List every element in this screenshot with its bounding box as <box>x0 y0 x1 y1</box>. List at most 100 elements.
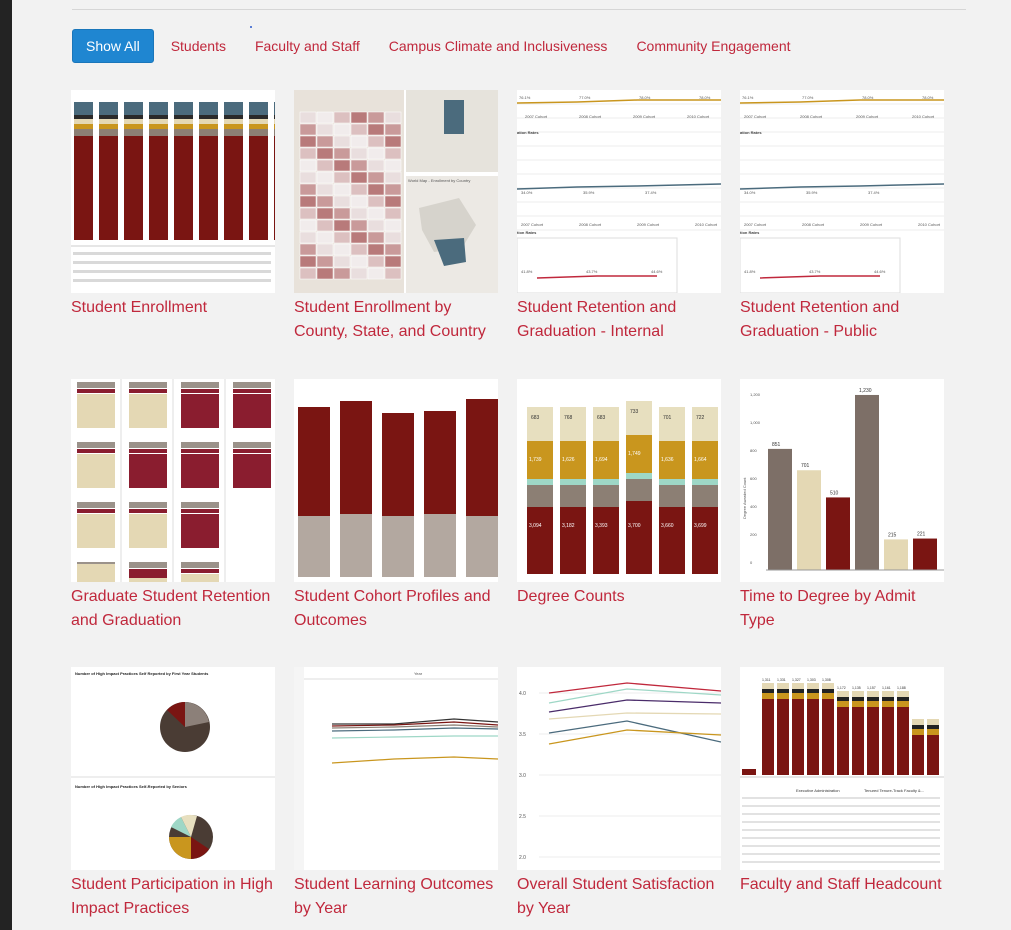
thumb-bar <box>777 683 789 689</box>
thumb-bar <box>792 699 804 775</box>
thumb-line <box>536 275 657 279</box>
thumbnail-image[interactable]: 1,311 1,331 1,327 1,303 1,308 1,172 1,135 1,157… <box>740 667 944 870</box>
thumb-table-row <box>73 270 271 273</box>
thumbnail-image[interactable] <box>294 379 498 582</box>
thumb-bar <box>340 514 372 577</box>
show-all-button[interactable]: Show All <box>72 29 154 63</box>
tile-title-link[interactable]: Student Cohort Profiles and Outcomes <box>294 585 498 633</box>
thumbnail-image[interactable] <box>71 379 275 582</box>
tile-title-link[interactable]: Time to Degree by Admit Type <box>740 585 944 633</box>
thumb-bar <box>181 454 219 488</box>
thumb-bar <box>129 382 167 388</box>
thumb-value-label: 510 <box>830 490 839 496</box>
thumb-value-label: 1,311 <box>762 678 771 682</box>
tile-student-enrollment[interactable]: Student Enrollment <box>71 90 275 320</box>
thumb-bar <box>74 119 93 124</box>
thumb-axis-label: 1,200 <box>750 392 761 397</box>
tile-title-link[interactable]: Graduate Student Retention and Graduatio… <box>71 585 275 633</box>
tile-time-to-degree[interactable]: 1,200 1,000 800 600 400 200 0 Degree Awarded Co… <box>740 379 944 633</box>
thumb-bar <box>224 119 243 124</box>
tile-title-link[interactable]: Student Enrollment by County, State, and… <box>294 296 498 344</box>
tile-title-link[interactable]: Student Enrollment <box>71 296 275 320</box>
thumb-value-label: 1,188 <box>897 686 906 690</box>
thumb-axis-label: 3.0 <box>519 773 526 779</box>
thumb-point-label: 41.8% <box>744 269 756 274</box>
tile-title-link[interactable]: Degree Counts <box>517 585 721 609</box>
thumb-bar <box>797 470 821 570</box>
thumb-bar <box>852 701 864 707</box>
thumb-tick-label: 2008 Cohort <box>800 114 823 119</box>
thumb-point-label: 77.0% <box>802 95 814 100</box>
tile-retention-public[interactable]: 2007 Cohort 2008 Cohort 2009 Cohort 2010 Co… <box>740 90 944 344</box>
thumb-map-county <box>367 147 385 160</box>
thumb-map-county <box>299 111 317 124</box>
thumb-bar <box>822 699 834 775</box>
thumb-table-head: Executive Administration <box>796 788 840 793</box>
tile-graduate-retention[interactable]: Graduate Student Retention and Graduatio… <box>71 379 275 633</box>
thumb-axis-label: 1,000 <box>750 420 761 425</box>
tile-title-link[interactable]: Student Retention and Graduation - Publi… <box>740 296 944 344</box>
filter-campus-climate-link[interactable]: Campus Climate and Inclusiveness <box>389 38 608 54</box>
thumb-value-label: 1,157 <box>867 686 876 690</box>
thumb-map-county <box>333 159 351 172</box>
thumbnail-image[interactable]: 2007 Cohort 2008 Cohort 2009 Cohort 2010 Co… <box>740 90 944 293</box>
tile-enrollment-by-geography[interactable]: World Map - Enrollment by Country Studen… <box>294 90 498 344</box>
thumb-map-county <box>367 255 385 268</box>
tile-title-link[interactable]: Overall Student Satisfaction by Year <box>517 873 721 921</box>
thumb-bar <box>912 735 924 775</box>
thumb-bar <box>149 119 168 124</box>
thumbnail-image[interactable] <box>71 90 275 293</box>
thumb-map-county <box>350 219 368 232</box>
thumb-bar <box>762 699 774 775</box>
thumb-map-county <box>367 123 385 136</box>
tile-title-link[interactable]: Student Participation in High Impact Pra… <box>71 873 275 921</box>
thumb-bar <box>867 697 879 701</box>
tile-title-link[interactable]: Faculty and Staff Headcount <box>740 873 944 897</box>
thumb-bar <box>174 136 193 240</box>
thumb-line <box>548 682 721 694</box>
thumb-map-county <box>350 207 368 220</box>
thumb-map-county <box>333 123 351 136</box>
filter-community-engagement-link[interactable]: Community Engagement <box>636 38 790 54</box>
thumb-value-label: 768 <box>564 415 573 421</box>
thumb-point-label: 34.0% <box>744 190 756 195</box>
thumb-bar <box>912 719 924 725</box>
thumb-map-county <box>367 243 385 256</box>
category-filter-bar: Show All Students Faculty and Staff Camp… <box>72 29 791 63</box>
filter-students-link[interactable]: Students <box>171 38 226 54</box>
thumbnail-image[interactable]: Number of High Impact Practices Self Rep… <box>71 667 275 870</box>
thumbnail-image[interactable]: 2007 Cohort 2008 Cohort 2009 Cohort 2010 Co… <box>517 90 721 293</box>
filter-faculty-staff-link[interactable]: Faculty and Staff <box>255 38 360 54</box>
thumbnail-image[interactable]: Year <box>294 667 498 870</box>
thumbnail-image[interactable]: 1,200 1,000 800 600 400 200 0 Degree Awarded Co… <box>740 379 944 582</box>
thumb-map-county <box>350 135 368 148</box>
thumb-map-county <box>367 207 385 220</box>
tile-learning-outcomes[interactable]: Year Student Learning Outcomes by Year <box>294 667 498 921</box>
thumb-bar <box>233 394 271 428</box>
thumb-bar <box>882 701 894 707</box>
thumbnail-image[interactable]: 683 1,739 3,094 768 1,626 3,182 683 1,694 3,393 7… <box>517 379 721 582</box>
tile-cohort-profiles[interactable]: Student Cohort Profiles and Outcomes <box>294 379 498 633</box>
thumb-table-row <box>73 279 271 282</box>
thumb-bar <box>99 102 118 115</box>
tile-degree-counts[interactable]: 683 1,739 3,094 768 1,626 3,182 683 1,694 3,393 7… <box>517 379 721 609</box>
thumb-section-title: ation Rates <box>740 130 762 135</box>
tile-high-impact-practices[interactable]: Number of High Impact Practices Self Rep… <box>71 667 275 921</box>
thumb-map-county <box>350 123 368 136</box>
tile-title-link[interactable]: Student Learning Outcomes by Year <box>294 873 498 921</box>
tile-faculty-staff-headcount[interactable]: 1,311 1,331 1,327 1,303 1,308 1,172 1,135 1,157… <box>740 667 944 897</box>
thumb-map-county <box>316 219 334 232</box>
thumb-bar <box>912 729 924 735</box>
thumb-map-county <box>333 171 351 184</box>
thumb-value-label: 1,327 <box>792 678 801 682</box>
thumb-bar <box>181 574 219 582</box>
thumb-point-label: 78.0% <box>639 95 651 100</box>
thumb-map-county <box>350 267 368 280</box>
thumbnail-image[interactable]: 4.0 3.5 3.0 2.5 2.0 <box>517 667 721 870</box>
tile-title-link[interactable]: Student Retention and Graduation - Inter… <box>517 296 721 344</box>
thumb-map-county <box>384 123 402 136</box>
thumb-point-label: 35.9% <box>806 190 818 195</box>
thumbnail-image[interactable]: World Map - Enrollment by Country <box>294 90 498 293</box>
tile-student-satisfaction[interactable]: 4.0 3.5 3.0 2.5 2.0 Overall Student Satisfac… <box>517 667 721 921</box>
tile-retention-internal[interactable]: 2007 Cohort 2008 Cohort 2009 Cohort 2010 Co… <box>517 90 721 344</box>
